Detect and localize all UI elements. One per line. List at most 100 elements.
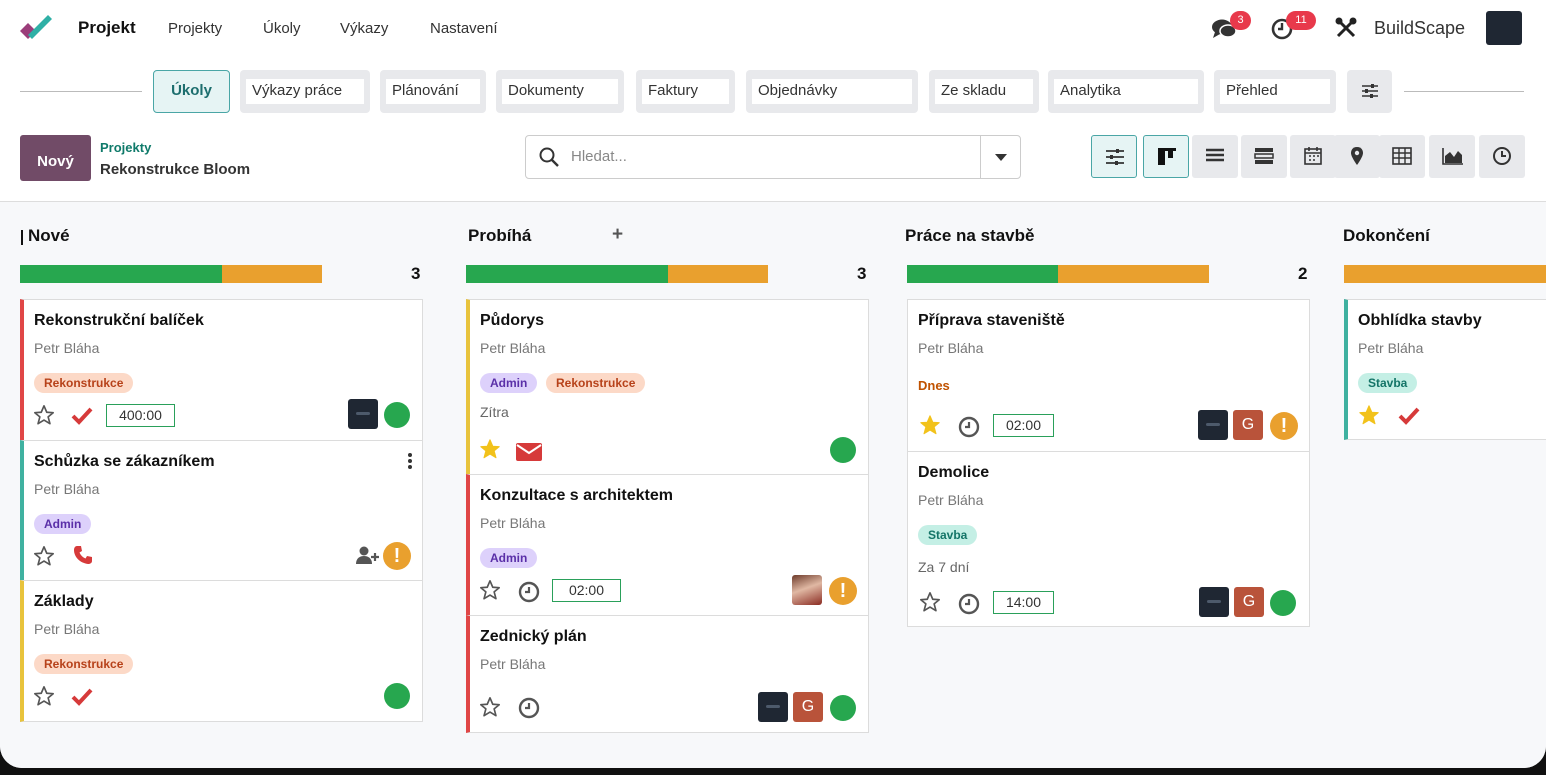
status-warning-icon[interactable]: !	[829, 577, 857, 605]
check-icon[interactable]	[71, 688, 93, 706]
view-graph[interactable]	[1429, 135, 1475, 178]
status-done-dot[interactable]	[384, 402, 410, 428]
status-warning-icon[interactable]: !	[383, 542, 411, 570]
tab-planovani[interactable]: Plánování	[380, 70, 486, 113]
menu-nastaveni[interactable]: Nastavení	[430, 20, 498, 37]
tools-icon[interactable]	[1335, 17, 1357, 39]
progress-done[interactable]	[907, 265, 1058, 283]
tab-ze-skladu[interactable]: Ze skladu	[929, 70, 1039, 113]
tab-faktury[interactable]: Faktury	[636, 70, 735, 113]
add-follower-icon[interactable]	[356, 545, 380, 565]
menu-ukoly[interactable]: Úkoly	[263, 20, 301, 37]
kanban-card[interactable]: Konzultace s architektem Petr Bláha Admi…	[466, 474, 869, 616]
star-icon[interactable]	[479, 579, 501, 601]
star-icon[interactable]	[33, 404, 55, 426]
clock-icon[interactable]	[518, 581, 540, 603]
menu-vykazy[interactable]: Výkazy	[340, 20, 388, 37]
avatar-g[interactable]: G	[1234, 587, 1264, 617]
tab-ukoly[interactable]: Úkoly	[153, 70, 230, 113]
card-title: Příprava staveniště	[918, 312, 1065, 329]
breadcrumb-projects[interactable]: Projekty	[100, 140, 151, 155]
avatar[interactable]	[1199, 587, 1229, 617]
progress-blocked[interactable]	[222, 265, 322, 283]
star-icon[interactable]	[479, 696, 501, 718]
kanban-card[interactable]: Půdorys Petr Bláha Admin Rekonstrukce Zí…	[466, 299, 869, 475]
view-gantt[interactable]	[1241, 135, 1287, 178]
new-button[interactable]: Nový	[20, 135, 91, 181]
tab-prehled[interactable]: Přehled	[1214, 70, 1336, 113]
column-title[interactable]: Práce na stavbě	[905, 226, 1034, 246]
clock-icon[interactable]	[958, 416, 980, 438]
star-filled-icon[interactable]	[479, 438, 501, 460]
avatar-g[interactable]: G	[793, 692, 823, 722]
avatar[interactable]	[792, 575, 822, 605]
view-pivot[interactable]	[1379, 135, 1425, 178]
kanban-card[interactable]: Demolice Petr Bláha Stavba Za 7 dní 14:0…	[907, 451, 1310, 627]
app-logo-icon[interactable]	[18, 13, 52, 43]
star-icon[interactable]	[33, 685, 55, 707]
progress-blocked[interactable]	[1058, 265, 1209, 283]
tabs-settings-button[interactable]	[1347, 70, 1392, 113]
search-options-toggle[interactable]	[980, 136, 1020, 178]
view-list[interactable]	[1192, 135, 1238, 178]
phone-icon[interactable]	[73, 545, 93, 565]
avatar[interactable]	[1198, 410, 1228, 440]
column-title[interactable]: Nové	[28, 226, 70, 246]
avatar[interactable]	[348, 399, 378, 429]
clock-icon[interactable]	[518, 697, 540, 719]
view-map[interactable]	[1334, 135, 1380, 178]
column-progress[interactable]	[466, 265, 768, 283]
kanban-card[interactable]: Schůzka se zákazníkem Petr Bláha Admin !	[20, 440, 423, 581]
view-calendar[interactable]	[1290, 135, 1336, 178]
kanban-card[interactable]: Příprava staveniště Petr Bláha Dnes 02:0…	[907, 299, 1310, 452]
app-title[interactable]: Projekt	[78, 18, 136, 38]
column-progress[interactable]	[20, 265, 322, 283]
tab-dokumenty[interactable]: Dokumenty	[496, 70, 624, 113]
column-progress[interactable]	[1344, 265, 1546, 283]
kanban-card[interactable]: Obhlídka stavby Petr Bláha Stavba	[1344, 299, 1546, 440]
avatar[interactable]	[758, 692, 788, 722]
email-icon[interactable]	[516, 442, 542, 462]
tab-ukoly-label: Úkoly	[171, 82, 212, 99]
company-logo-icon[interactable]	[1486, 11, 1522, 45]
card-assignee: Petr Bláha	[918, 492, 984, 508]
clock-icon[interactable]	[958, 593, 980, 615]
card-deadline: Za 7 dní	[918, 559, 970, 575]
star-icon[interactable]	[919, 591, 941, 613]
kanban-card[interactable]: Základy Petr Bláha Rekonstrukce	[20, 580, 423, 722]
gantt-icon	[1254, 148, 1274, 164]
kanban-card[interactable]: Rekonstrukční balíček Petr Bláha Rekonst…	[20, 299, 423, 441]
tab-objednavky-label: Objednávky	[752, 79, 912, 104]
search-input[interactable]	[571, 148, 971, 165]
card-menu-icon[interactable]	[408, 453, 412, 471]
progress-blocked[interactable]	[1344, 265, 1546, 283]
column-progress[interactable]	[907, 265, 1209, 283]
star-filled-icon[interactable]	[1358, 404, 1380, 426]
tab-objednavky[interactable]: Objednávky	[746, 70, 918, 113]
status-warning-icon[interactable]: !	[1270, 412, 1298, 440]
star-icon[interactable]	[33, 545, 55, 567]
progress-done[interactable]	[20, 265, 222, 283]
filter-panel-button[interactable]	[1091, 135, 1137, 178]
tab-analytika[interactable]: Analytika	[1048, 70, 1204, 113]
status-done-dot[interactable]	[830, 695, 856, 721]
menu-projekty[interactable]: Projekty	[168, 20, 222, 37]
check-icon[interactable]	[71, 407, 93, 425]
avatar-g[interactable]: G	[1233, 410, 1263, 440]
column-title[interactable]: Dokončení	[1343, 226, 1430, 246]
check-icon[interactable]	[1398, 407, 1420, 425]
card-deadline: Zítra	[480, 404, 509, 420]
view-kanban[interactable]	[1143, 135, 1189, 178]
star-filled-icon[interactable]	[919, 414, 941, 436]
view-activity[interactable]	[1479, 135, 1525, 178]
kanban-card[interactable]: Zednický plán Petr Bláha G	[466, 615, 869, 733]
progress-done[interactable]	[466, 265, 668, 283]
tab-vykazy-prace[interactable]: Výkazy práce	[240, 70, 370, 113]
status-done-dot[interactable]	[830, 437, 856, 463]
column-title[interactable]: Probíhá	[468, 226, 531, 246]
company-name[interactable]: BuildScape	[1374, 18, 1465, 39]
status-done-dot[interactable]	[1270, 590, 1296, 616]
status-done-dot[interactable]	[384, 683, 410, 709]
column-add-icon[interactable]: +	[612, 224, 623, 246]
progress-blocked[interactable]	[668, 265, 768, 283]
